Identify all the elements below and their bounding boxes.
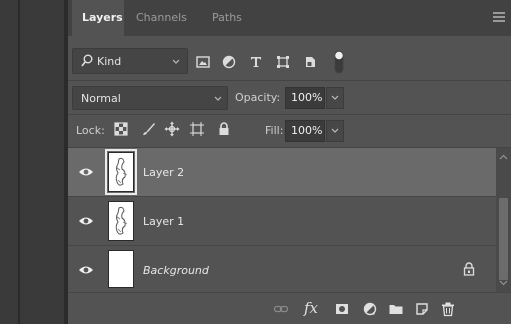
eye-icon[interactable] xyxy=(78,264,94,276)
opacity-label: Opacity: xyxy=(235,91,281,104)
layers-list: Layer 2 Layer 1 Background xyxy=(68,148,496,292)
filter-toggle-icon[interactable] xyxy=(334,50,344,74)
row-divider xyxy=(68,80,511,81)
tab-layers[interactable]: Layers xyxy=(72,0,124,36)
layers-scrollbar[interactable] xyxy=(496,148,511,292)
adjustment-filter-icon[interactable] xyxy=(221,54,237,70)
tab-paths[interactable]: Paths xyxy=(212,0,242,36)
layer-name[interactable]: Layer 2 xyxy=(143,166,184,179)
blend-mode-select[interactable]: Normal xyxy=(72,86,228,110)
add-mask-icon[interactable] xyxy=(334,301,350,317)
opacity-slider-button[interactable] xyxy=(326,87,344,109)
chevron-down-icon xyxy=(331,95,339,100)
smart-object-filter-icon[interactable] xyxy=(302,54,318,70)
lock-icon[interactable] xyxy=(463,262,475,276)
search-icon xyxy=(81,54,93,67)
row-divider xyxy=(68,114,511,115)
lock-label: Lock: xyxy=(76,124,105,137)
filter-kind-select[interactable]: Kind xyxy=(72,48,188,74)
layers-bottom-toolbar: fx xyxy=(68,292,511,324)
layer-row-layer-2[interactable]: Layer 2 xyxy=(68,148,496,197)
chevron-down-icon xyxy=(331,128,339,133)
chevron-down-icon xyxy=(214,96,222,101)
eye-icon[interactable] xyxy=(78,215,94,227)
shape-filter-icon[interactable] xyxy=(275,54,291,70)
scroll-down-arrow-icon[interactable] xyxy=(499,280,508,286)
filter-kind-label: Kind xyxy=(97,55,122,68)
lock-artboard-icon[interactable] xyxy=(189,121,205,137)
sketch-thumbnail-icon xyxy=(115,157,128,186)
layer-row-layer-1[interactable]: Layer 1 xyxy=(68,197,496,246)
sketch-thumbnail-icon xyxy=(115,206,128,235)
layer-row-background[interactable]: Background xyxy=(68,246,496,292)
layer-style-fx-icon[interactable]: fx xyxy=(304,299,326,317)
opacity-input[interactable]: 100% xyxy=(285,87,325,109)
layers-panel: Layers Channels Paths Kind Normal Opacit… xyxy=(68,0,511,324)
lock-transparent-pixels-icon[interactable] xyxy=(113,121,129,137)
blend-mode-value: Normal xyxy=(81,92,121,105)
type-filter-icon[interactable] xyxy=(248,54,264,70)
fill-input[interactable]: 100% xyxy=(285,120,325,142)
layer-thumbnail xyxy=(108,250,134,288)
layer-thumbnail xyxy=(105,149,137,195)
panel-tab-bar: Layers Channels Paths xyxy=(68,0,511,36)
link-layers-icon[interactable] xyxy=(273,301,289,317)
lock-position-icon[interactable] xyxy=(164,121,180,137)
left-dock-strip xyxy=(0,0,68,324)
layer-name[interactable]: Background xyxy=(143,264,209,277)
chevron-down-icon xyxy=(172,59,180,64)
fill-label: Fill: xyxy=(265,124,284,137)
lock-all-icon[interactable] xyxy=(216,121,232,137)
lock-image-pixels-icon[interactable] xyxy=(141,121,157,137)
scrollbar-thumb[interactable] xyxy=(499,198,508,280)
adjustment-layer-icon[interactable] xyxy=(362,301,378,317)
delete-layer-icon[interactable] xyxy=(440,301,456,317)
tab-channels[interactable]: Channels xyxy=(136,0,187,36)
fill-slider-button[interactable] xyxy=(326,120,344,142)
dock-edge xyxy=(18,0,20,324)
eye-icon[interactable] xyxy=(78,166,94,178)
new-layer-icon[interactable] xyxy=(414,301,430,317)
scroll-up-arrow-icon[interactable] xyxy=(499,154,508,160)
panel-menu-icon[interactable] xyxy=(493,12,505,22)
new-group-icon[interactable] xyxy=(388,301,404,317)
layer-thumbnail xyxy=(108,201,134,241)
image-filter-icon[interactable] xyxy=(195,54,211,70)
layer-name[interactable]: Layer 1 xyxy=(143,215,184,228)
